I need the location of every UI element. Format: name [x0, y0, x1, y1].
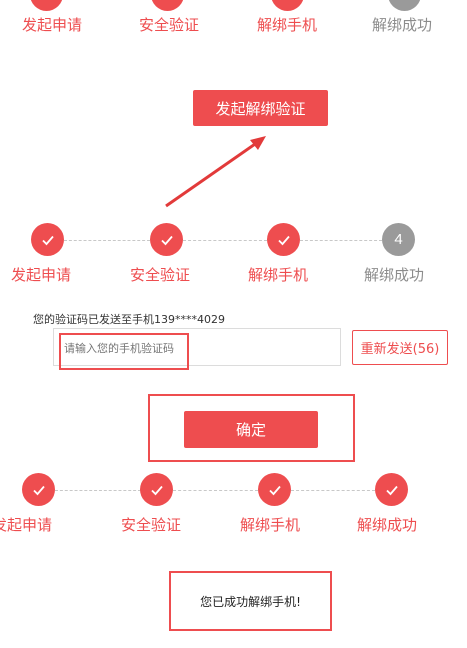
step-label-4: 解绑成功 — [364, 266, 425, 284]
final-step-label-4: 解绑成功 — [357, 516, 418, 534]
top-step-label-2: 安全验证 — [139, 16, 200, 34]
step2-check-icon — [150, 223, 183, 256]
step-connector — [64, 240, 150, 241]
step1-circle-top — [30, 0, 63, 12]
success-message-box: 您已成功解绑手机! — [169, 571, 332, 631]
step-label-2: 安全验证 — [130, 266, 191, 284]
step-connector — [173, 490, 258, 491]
final-step1-check-icon — [22, 473, 55, 506]
step-connector — [183, 240, 267, 241]
top-step-label-3: 解绑手机 — [257, 16, 318, 34]
step-connector — [291, 490, 375, 491]
step3-check-icon — [267, 223, 300, 256]
start-unbind-verification-button[interactable]: 发起解绑验证 — [193, 90, 328, 126]
final-step4-check-icon — [375, 473, 408, 506]
code-sent-notice: 您的验证码已发送至手机139****4029 — [33, 313, 225, 326]
top-step-label-4: 解绑成功 — [372, 16, 433, 34]
annotation-arrow-icon — [165, 136, 266, 208]
final-step-label-1: 发起申请 — [0, 516, 53, 534]
step-connector — [55, 490, 141, 491]
step4-number-badge: 4 — [382, 223, 415, 256]
final-step2-check-icon — [140, 473, 173, 506]
step-connector — [300, 240, 382, 241]
success-message: 您已成功解绑手机! — [200, 594, 301, 609]
final-step3-check-icon — [258, 473, 291, 506]
step-label-3: 解绑手机 — [248, 266, 309, 284]
step2-circle-top — [151, 0, 184, 12]
final-step-label-1-wrap: 发起申请 — [0, 514, 60, 536]
annotation-highlight-input — [59, 333, 189, 370]
step4-circle-top — [388, 0, 421, 12]
final-step-label-2: 安全验证 — [121, 516, 182, 534]
top-step-label-1: 发起申请 — [22, 16, 83, 34]
step3-circle-top — [271, 0, 304, 12]
step-label-1: 发起申请 — [11, 266, 72, 284]
step1-check-icon — [31, 223, 64, 256]
confirm-button[interactable]: 确定 — [184, 411, 318, 448]
final-step-label-3: 解绑手机 — [240, 516, 301, 534]
resend-code-button[interactable]: 重新发送(56) — [352, 330, 448, 365]
